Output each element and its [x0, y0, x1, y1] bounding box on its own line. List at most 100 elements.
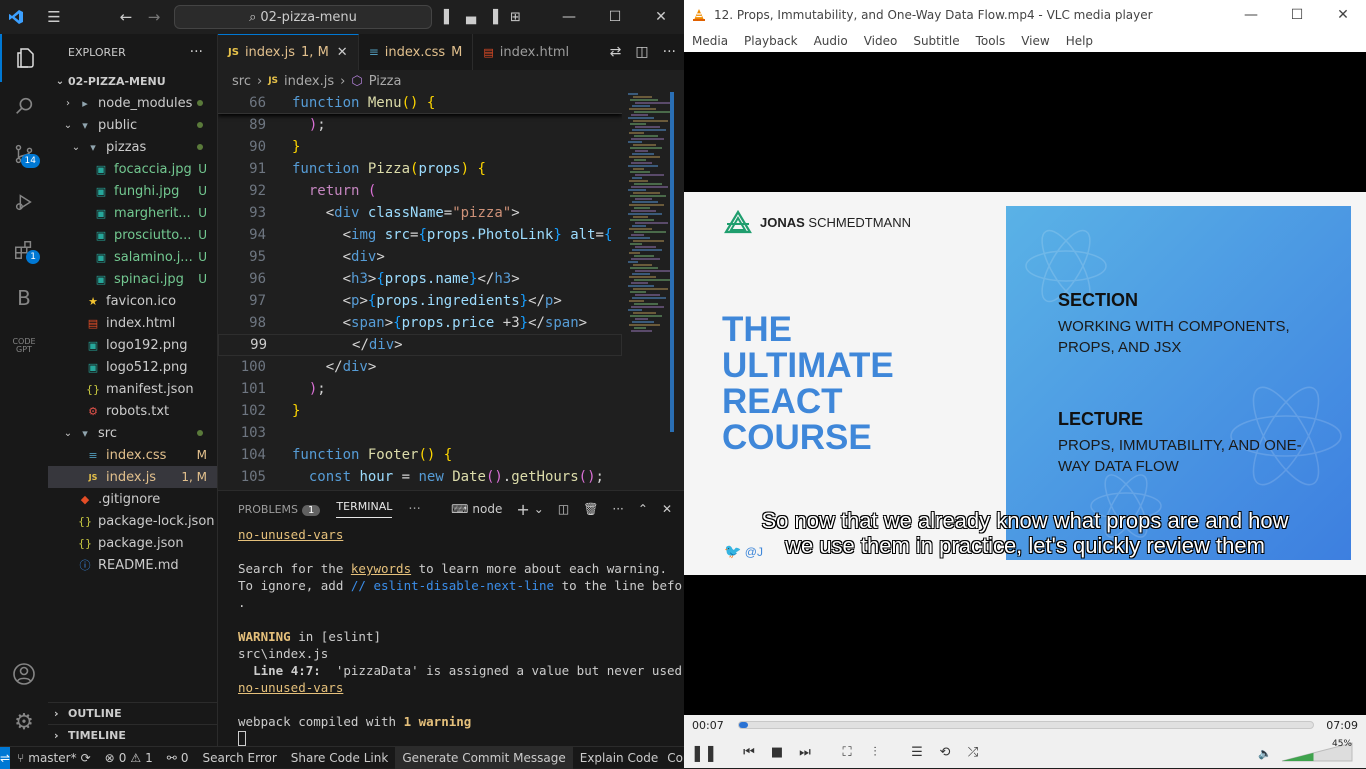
tree-item[interactable]: {} package.json: [48, 532, 217, 554]
tree-item[interactable]: {} manifest.json: [48, 378, 217, 400]
tree-item[interactable]: ▣ salamino.j... U: [48, 246, 217, 268]
code-line[interactable]: 90}: [218, 136, 622, 158]
extended-settings-icon[interactable]: ⫶: [862, 739, 888, 765]
tree-item[interactable]: › ▸ node_modules: [48, 92, 217, 114]
toggle-sidebar-icon[interactable]: ▌: [444, 10, 454, 25]
speaker-icon[interactable]: 🔈: [1258, 747, 1272, 760]
code-line[interactable]: 92 return (: [218, 180, 622, 202]
code-line[interactable]: 100 </div>: [218, 356, 622, 378]
more-actions-icon[interactable]: ···: [663, 44, 676, 60]
minimize-icon[interactable]: —: [1228, 0, 1274, 30]
tree-item[interactable]: ★ favicon.ico: [48, 290, 217, 312]
stop-icon[interactable]: ■: [764, 739, 790, 765]
chevron-down-icon[interactable]: ⌄: [534, 502, 544, 516]
time-elapsed[interactable]: 00:07: [692, 719, 724, 732]
playlist-icon[interactable]: ☰: [904, 739, 930, 765]
previous-icon[interactable]: ⏮: [736, 739, 762, 765]
remote-indicator-icon[interactable]: ⇌: [0, 746, 11, 769]
tree-item[interactable]: {} package-lock.json: [48, 510, 217, 532]
minimize-icon[interactable]: —: [546, 0, 592, 34]
menu-hamburger-icon[interactable]: ☰: [38, 0, 70, 34]
tree-item[interactable]: ⌄ ▾ src: [48, 422, 217, 444]
code-line[interactable]: 96 <h3>{props.name}</h3>: [218, 268, 622, 290]
tab-problems[interactable]: PROBLEMS 1: [238, 503, 321, 516]
next-icon[interactable]: ⏭: [792, 739, 818, 765]
maximize-panel-icon[interactable]: ⌃: [638, 502, 648, 516]
vlc-menu-item[interactable]: Tools: [968, 34, 1014, 48]
vertical-scrollbar[interactable]: [670, 92, 674, 432]
tab-terminal[interactable]: TERMINAL: [336, 500, 393, 518]
breadcrumb-item[interactable]: Pizza: [369, 74, 402, 89]
trash-icon[interactable]: 🗑: [583, 502, 598, 516]
toggle-secondary-sidebar-icon[interactable]: ▐: [488, 10, 498, 25]
tree-item[interactable]: ▣ spinaci.jpg U: [48, 268, 217, 290]
breadcrumb-item[interactable]: src: [232, 74, 251, 89]
toggle-panel-icon[interactable]: ▄: [466, 10, 476, 25]
split-editor-icon[interactable]: ◫: [635, 44, 648, 60]
tab-index-html[interactable]: ▤ index.html: [473, 34, 579, 70]
shuffle-icon[interactable]: ⤮: [960, 739, 986, 765]
more-actions-icon[interactable]: ···: [612, 502, 623, 516]
codegpt-icon[interactable]: CODE GPT: [0, 322, 48, 370]
search-error-button[interactable]: Search Error: [195, 747, 283, 769]
run-debug-icon[interactable]: [0, 178, 48, 226]
fullscreen-icon[interactable]: ⛶: [834, 739, 860, 765]
terminal-shell-label[interactable]: node: [472, 502, 502, 516]
code-line[interactable]: 93 <div className="pizza">: [218, 202, 622, 224]
close-tab-icon[interactable]: ✕: [337, 45, 348, 60]
vlc-menu-item[interactable]: Audio: [806, 34, 856, 48]
terminal-shell-icon[interactable]: ⌨: [451, 502, 468, 516]
tree-item[interactable]: ▣ margherit... U: [48, 202, 217, 224]
tree-item[interactable]: ▣ focaccia.jpg U: [48, 158, 217, 180]
generate-commit-message-button[interactable]: Generate Commit Message: [395, 746, 573, 769]
problems-status[interactable]: ⊗ 0 ⚠ 1: [98, 747, 160, 769]
vlc-menu-item[interactable]: Video: [856, 34, 906, 48]
outline-section[interactable]: › OUTLINE: [48, 702, 218, 724]
tree-item[interactable]: ⌄ ▾ public: [48, 114, 217, 136]
code-line[interactable]: 66 function Menu() {: [218, 92, 622, 114]
breadcrumb-item[interactable]: index.js: [284, 74, 334, 89]
tree-item[interactable]: ▣ funghi.jpg U: [48, 180, 217, 202]
seek-bar[interactable]: [738, 721, 1314, 729]
settings-gear-icon[interactable]: ⚙: [0, 698, 48, 746]
time-total[interactable]: 07:09: [1326, 719, 1358, 732]
tree-item[interactable]: ◆ .gitignore: [48, 488, 217, 510]
vlc-menu-item[interactable]: Playback: [736, 34, 806, 48]
video-area[interactable]: JONAS SCHMEDTMANN THE ULTIMATE REACT COU…: [684, 52, 1366, 715]
maximize-icon[interactable]: ☐: [592, 0, 638, 34]
explain-code-button[interactable]: Explain Code: [573, 747, 665, 769]
forward-arrow-icon[interactable]: →: [138, 0, 170, 34]
tree-item[interactable]: ▣ prosciutto... U: [48, 224, 217, 246]
tab-index-js[interactable]: JS index.js 1, M ✕: [218, 34, 359, 70]
vlc-menu-item[interactable]: Subtitle: [905, 34, 967, 48]
search-icon[interactable]: [0, 82, 48, 130]
tree-item[interactable]: ▤ index.html: [48, 312, 217, 334]
code-line[interactable]: 99 </div>: [218, 334, 622, 356]
branch-status[interactable]: ⑂ master* ⟳: [10, 747, 98, 769]
tree-item[interactable]: ⌄ ▾ pizzas: [48, 136, 217, 158]
split-terminal-icon[interactable]: ◫: [558, 502, 569, 516]
vlc-menu-item[interactable]: Help: [1058, 34, 1101, 48]
compare-changes-icon[interactable]: ⇄: [610, 44, 622, 60]
tree-item[interactable]: ▣ logo192.png: [48, 334, 217, 356]
timeline-section[interactable]: › TIMELINE: [48, 724, 218, 746]
new-terminal-icon[interactable]: +: [516, 500, 529, 519]
code-line[interactable]: 104 function Footer() {: [218, 444, 622, 466]
code-line[interactable]: 97 <p>{props.ingredients}</p>: [218, 290, 622, 312]
tree-item[interactable]: ▣ logo512.png: [48, 356, 217, 378]
tree-item[interactable]: JS index.js 1, M: [48, 466, 217, 488]
maximize-icon[interactable]: ☐: [1274, 0, 1320, 30]
close-icon[interactable]: ✕: [638, 0, 684, 34]
close-icon[interactable]: ✕: [1320, 0, 1366, 30]
explorer-icon[interactable]: [0, 34, 48, 82]
tree-item[interactable]: ⚙ robots.txt: [48, 400, 217, 422]
share-code-link-button[interactable]: Share Code Link: [284, 747, 396, 769]
close-panel-icon[interactable]: ✕: [662, 502, 672, 516]
pause-icon[interactable]: ❚❚: [688, 737, 720, 767]
minimap[interactable]: [624, 92, 672, 490]
customize-layout-icon[interactable]: ⊞: [510, 10, 521, 25]
code-line[interactable]: 91 function Pizza(props) {: [218, 158, 622, 180]
vlc-menu-item[interactable]: Media: [684, 34, 736, 48]
code-line[interactable]: 95 <div>: [218, 246, 622, 268]
ports-status[interactable]: ⚯ 0: [160, 747, 196, 769]
